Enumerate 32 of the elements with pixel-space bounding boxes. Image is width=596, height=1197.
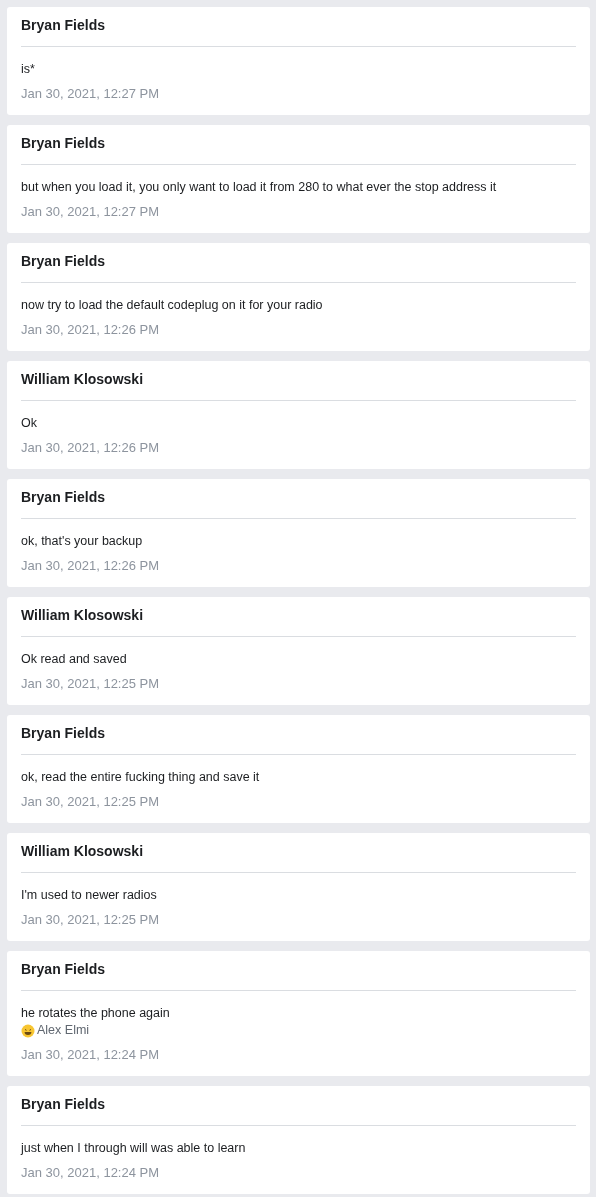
author-name: Bryan Fields <box>21 951 576 991</box>
timestamp: Jan 30, 2021, 12:26 PM <box>21 321 161 339</box>
message-text: I'm used to newer radios <box>21 887 158 904</box>
author-name: Bryan Fields <box>21 7 576 47</box>
message-text: just when I through will was able to learn <box>21 1140 247 1157</box>
message-text: now try to load the default codeplug on it for your radio <box>21 297 324 314</box>
author-name: Bryan Fields <box>21 125 576 165</box>
timestamp: Jan 30, 2021, 12:27 PM <box>21 85 161 103</box>
author-name: Bryan Fields <box>21 243 576 283</box>
reaction-name: Alex Elmi <box>37 1022 90 1039</box>
author-name: William Klosowski <box>21 597 576 637</box>
timestamp: Jan 30, 2021, 12:25 PM <box>21 911 161 929</box>
timestamp: Jan 30, 2021, 12:24 PM <box>21 1046 161 1064</box>
message-text: he rotates the phone again <box>21 1005 171 1022</box>
message-text: Ok <box>21 415 38 432</box>
smiley-icon <box>21 1023 35 1038</box>
timestamp: Jan 30, 2021, 12:26 PM <box>21 557 161 575</box>
message-text: Ok read and saved <box>21 651 128 668</box>
timestamp: Jan 30, 2021, 12:26 PM <box>21 439 161 457</box>
timestamp: Jan 30, 2021, 12:27 PM <box>21 203 161 221</box>
timestamp: Jan 30, 2021, 12:24 PM <box>21 1164 161 1182</box>
message-text: but when you load it, you only want to load it from 280 to what ever the stop address it <box>21 179 498 196</box>
timestamp: Jan 30, 2021, 12:25 PM <box>21 793 161 811</box>
author-name: Bryan Fields <box>21 715 576 755</box>
message-text: ok, read the entire fucking thing and save it <box>21 769 261 786</box>
message-text: ok, that's your backup <box>21 533 144 550</box>
author-name: Bryan Fields <box>21 479 576 519</box>
message-text: is* <box>21 61 36 78</box>
author-name: William Klosowski <box>21 833 576 873</box>
author-name: William Klosowski <box>21 361 576 401</box>
author-name: Bryan Fields <box>21 1086 576 1126</box>
timestamp: Jan 30, 2021, 12:25 PM <box>21 675 161 693</box>
